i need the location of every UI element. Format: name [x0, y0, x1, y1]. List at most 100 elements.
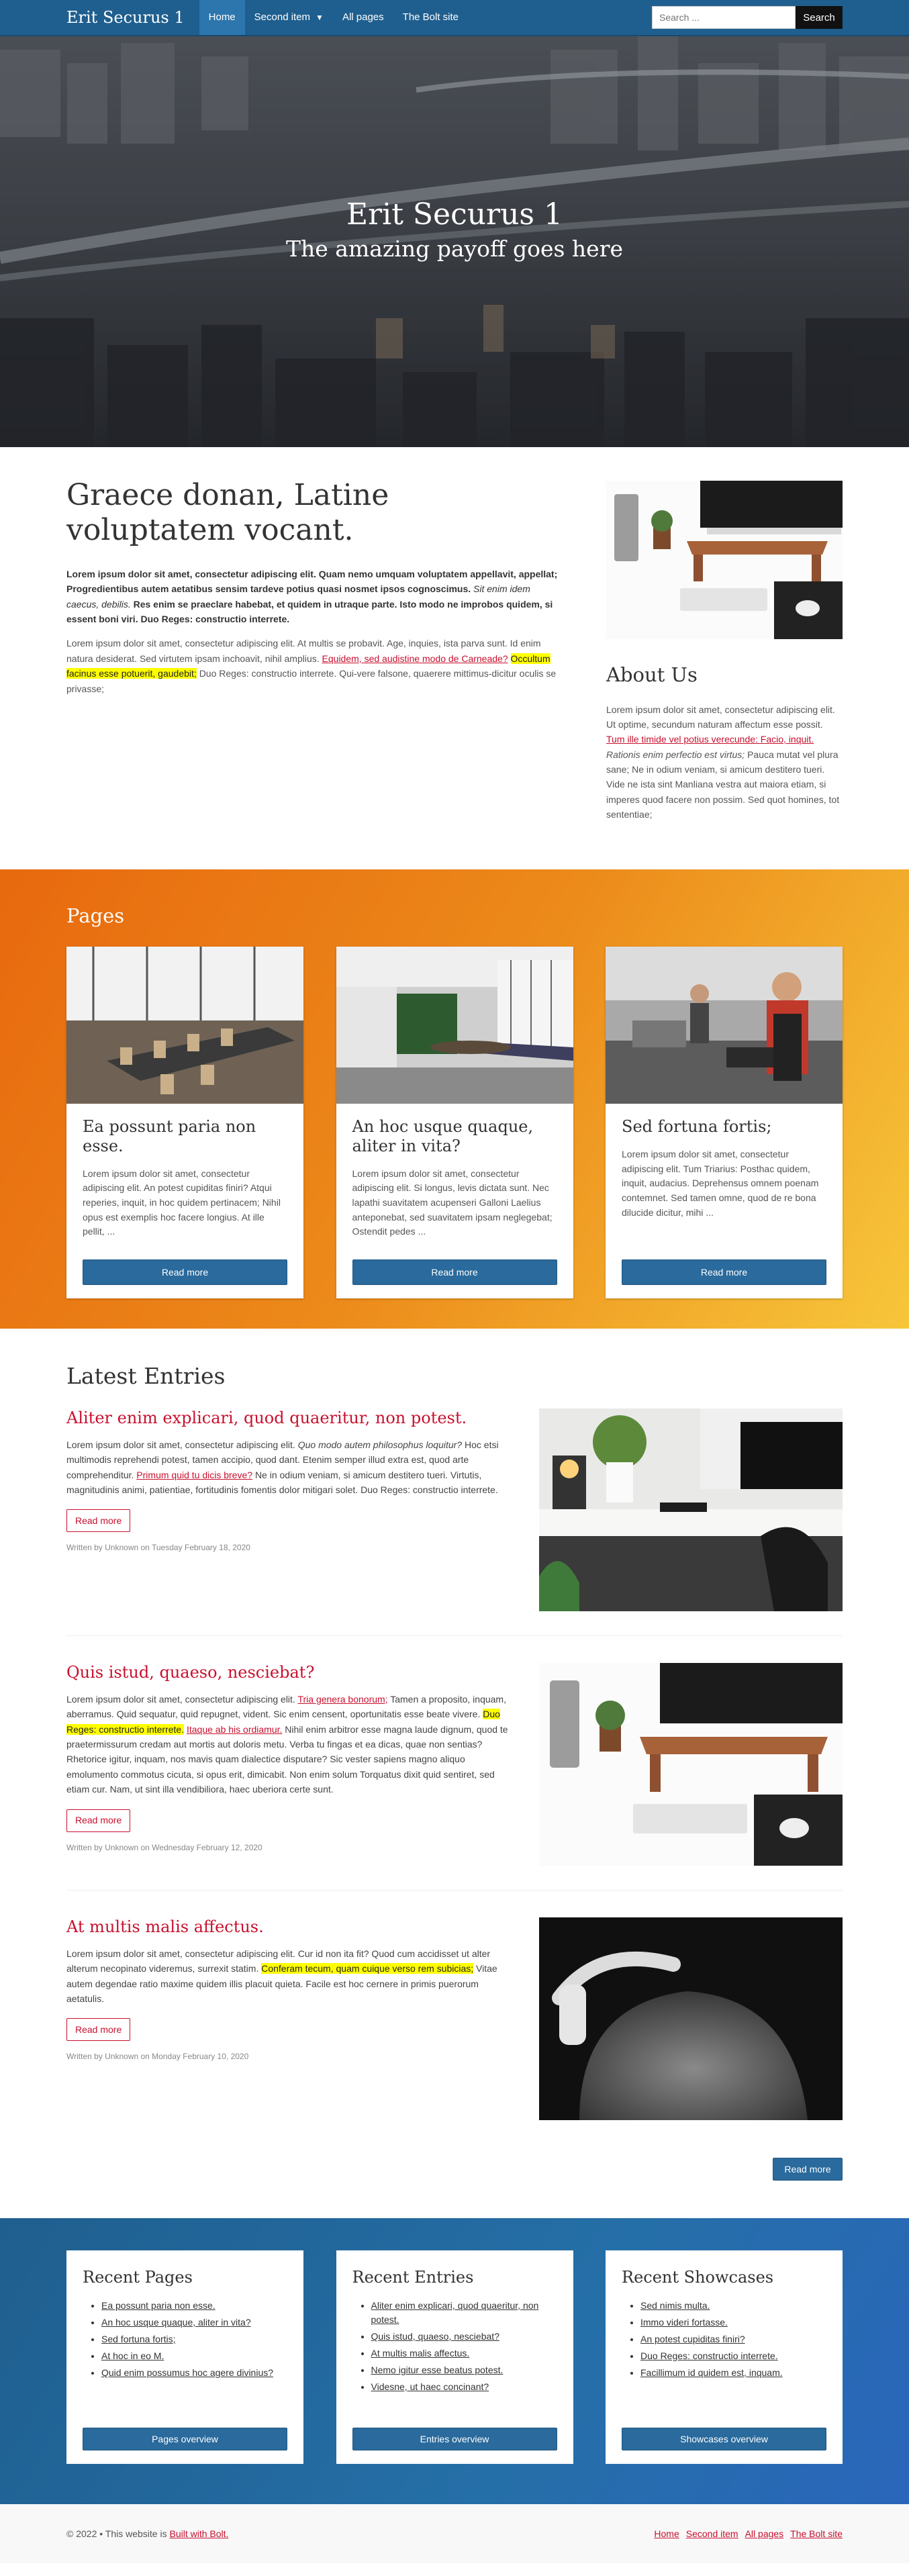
pages-overview-button[interactable]: Pages overview: [83, 2428, 287, 2451]
recent-showcases-title: Recent Showcases: [622, 2268, 774, 2287]
desk-setup-image: [606, 481, 843, 639]
office-meeting-image: [336, 947, 573, 1104]
desk-lamp-image: [539, 1409, 843, 1612]
nav-second-item[interactable]: Second item ▼: [245, 0, 333, 35]
list-item: Facillimum id quidem est, inquam.: [640, 2366, 826, 2380]
recent-link[interactable]: Nemo igitur esse beatus potest.: [371, 2365, 504, 2375]
page-card: Sed fortuna fortis; Lorem ipsum dolor si…: [606, 947, 843, 1299]
nav-all-pages[interactable]: All pages: [333, 0, 393, 35]
conference-room-image: [66, 947, 303, 1104]
read-more-button[interactable]: Read more: [83, 1259, 287, 1286]
pages-section: Pages Ea possunt paria non esse. Lorem i…: [0, 869, 909, 1329]
chevron-down-icon: ▼: [316, 13, 324, 22]
recent-link[interactable]: Ea possunt paria non esse.: [101, 2300, 216, 2311]
about-sidebar: About Us Lorem ipsum dolor sit amet, con…: [606, 478, 843, 822]
entry-read-more-button[interactable]: Read more: [66, 1509, 131, 1533]
read-more-button[interactable]: Read more: [622, 1259, 826, 1286]
recent-pages-title: Recent Pages: [83, 2268, 193, 2287]
recent-showcases-card: Recent Showcases Sed nimis multa. Immo v…: [606, 2250, 843, 2465]
about-text: Lorem ipsum dolor sit amet, consectetur …: [606, 702, 843, 822]
page-card: An hoc usque quaque, aliter in vita? Lor…: [336, 947, 573, 1299]
recent-link[interactable]: At multis malis affectus.: [371, 2348, 470, 2358]
hero-title: Erit Securus 1: [346, 197, 563, 232]
recent-link[interactable]: Quid enim possumus hoc agere divinius?: [101, 2367, 273, 2378]
entry-emphasis: Quo modo autem philosophus loquitur?: [297, 1439, 463, 1450]
entry-title[interactable]: At multis malis affectus.: [66, 1917, 510, 1937]
entry-read-more-button[interactable]: Read more: [66, 2018, 131, 2042]
about-link[interactable]: Tum ille timide vel potius verecunde: Fa…: [606, 734, 814, 745]
footer-link-bolt-site[interactable]: The Bolt site: [790, 2527, 843, 2541]
search-button[interactable]: Search: [796, 6, 843, 29]
footer-nav: Home Second item All pages The Bolt site: [654, 2527, 843, 2541]
entry-text-1: Lorem ipsum dolor sit amet, consectetur …: [66, 1439, 295, 1450]
search-input[interactable]: [652, 6, 796, 29]
entry-meta: Written by Unknown on Monday February 10…: [66, 2052, 249, 2062]
entry-link-2[interactable]: Itaque ab his ordiamur.: [187, 1724, 282, 1735]
entry-body: Lorem ipsum dolor sit amet, consectetur …: [66, 1946, 510, 2007]
footer-link-second-item[interactable]: Second item: [686, 2527, 738, 2541]
pages-heading: Pages: [66, 904, 125, 927]
recent-link[interactable]: Aliter enim explicari, quod quaeritur, n…: [371, 2300, 539, 2325]
entry-link[interactable]: Primum quid tu dicis breve?: [136, 1470, 252, 1480]
footer-bolt-link[interactable]: Built with Bolt.: [169, 2528, 228, 2539]
recent-link[interactable]: At hoc in eo M.: [101, 2350, 164, 2361]
nav-home[interactable]: Home: [199, 0, 245, 35]
recent-pages-card: Recent Pages Ea possunt paria non esse. …: [66, 2250, 303, 2465]
showcases-overview-button[interactable]: Showcases overview: [622, 2428, 826, 2451]
list-item: Sed fortuna fortis;: [101, 2332, 287, 2346]
page-card-text: Lorem ipsum dolor sit amet, consectetur …: [352, 1167, 553, 1237]
nav-second-item-label: Second item: [254, 11, 311, 23]
list-item: Quid enim possumus hoc agere divinius?: [101, 2366, 287, 2380]
recent-link[interactable]: Duo Reges: constructio interrete.: [640, 2350, 778, 2361]
navbar: Erit Securus 1 Home Second item ▼ All pag…: [0, 0, 909, 36]
about-emphasis: Rationis enim perfectio est virtus;: [606, 749, 745, 760]
footer-copyright: © 2022 • This website is Built with Bolt…: [66, 2527, 228, 2541]
search-form: Search: [652, 6, 843, 29]
recent-link[interactable]: Videsne, ut haec concinant?: [371, 2381, 489, 2392]
intro-lead: Lorem ipsum dolor sit amet, consectetur …: [66, 567, 563, 627]
entry-read-more-button[interactable]: Read more: [66, 1809, 131, 1832]
footer-link-home[interactable]: Home: [654, 2527, 679, 2541]
intro-paragraph: Lorem ipsum dolor sit amet, consectetur …: [66, 636, 563, 696]
page-card-text: Lorem ipsum dolor sit amet, consectetur …: [622, 1148, 819, 1218]
page-card-text: Lorem ipsum dolor sit amet, consectetur …: [83, 1167, 281, 1237]
recent-link[interactable]: Quis istud, quaeso, nesciebat?: [371, 2331, 499, 2342]
read-more-button[interactable]: Read more: [352, 1259, 557, 1286]
recent-link[interactable]: Sed fortuna fortis;: [101, 2334, 176, 2344]
recent-link[interactable]: An hoc usque quaque, aliter in vita?: [101, 2317, 251, 2328]
list-item: At hoc in eo M.: [101, 2349, 287, 2363]
list-item: An potest cupiditas finiri?: [640, 2332, 826, 2346]
brand-link[interactable]: Erit Securus 1: [66, 5, 185, 30]
recent-link[interactable]: Immo videri fortasse.: [640, 2317, 728, 2328]
recent-link[interactable]: Facillimum id quidem est, inquam.: [640, 2367, 783, 2378]
footer-link-all-pages[interactable]: All pages: [745, 2527, 784, 2541]
hero-subtitle: The amazing payoff goes here: [285, 235, 623, 262]
list-item: At multis malis affectus.: [371, 2346, 557, 2360]
page-card-title: Ea possunt paria non esse.: [83, 1117, 256, 1155]
footer: © 2022 • This website is Built with Bolt…: [0, 2504, 909, 2564]
list-item: Sed nimis multa.: [640, 2299, 826, 2313]
intro-section: Graece donan, Latine voluptatem vocant. …: [0, 447, 909, 869]
nav-bolt-site[interactable]: The Bolt site: [393, 0, 468, 35]
list-item: Duo Reges: constructio interrete.: [640, 2349, 826, 2363]
page-card-title: Sed fortuna fortis;: [622, 1117, 772, 1137]
list-item: An hoc usque quaque, aliter in vita?: [101, 2316, 287, 2330]
recent-link[interactable]: An potest cupiditas finiri?: [640, 2334, 745, 2344]
intro-main: Graece donan, Latine voluptatem vocant. …: [66, 478, 563, 822]
entry-title[interactable]: Quis istud, quaeso, nesciebat?: [66, 1663, 510, 1682]
latest-entries-section: Latest Entries Aliter enim explicari, qu…: [0, 1329, 909, 2195]
list-item: Immo videri fortasse.: [640, 2316, 826, 2330]
list-item: Quis istud, quaeso, nesciebat?: [371, 2330, 557, 2344]
entry-item: At multis malis affectus. Lorem ipsum do…: [66, 1915, 843, 2144]
recent-entries-title: Recent Entries: [352, 2268, 474, 2287]
latest-heading: Latest Entries: [66, 1362, 226, 1389]
page-card: Ea possunt paria non esse. Lorem ipsum d…: [66, 947, 303, 1299]
entry-title[interactable]: Aliter enim explicari, quod quaeritur, n…: [66, 1409, 510, 1428]
entry-body: Lorem ipsum dolor sit amet, consectetur …: [66, 1692, 510, 1797]
recent-section: Recent Pages Ea possunt paria non esse. …: [0, 2218, 909, 2505]
intro-para-link[interactable]: Equidem, sed audistine modo de Carneade?: [322, 653, 508, 664]
entry-link[interactable]: Tria genera bonorum;: [297, 1694, 387, 1705]
entries-overview-button[interactable]: Entries overview: [352, 2428, 557, 2451]
recent-link[interactable]: Sed nimis multa.: [640, 2300, 710, 2311]
more-entries-button[interactable]: Read more: [773, 2158, 843, 2181]
